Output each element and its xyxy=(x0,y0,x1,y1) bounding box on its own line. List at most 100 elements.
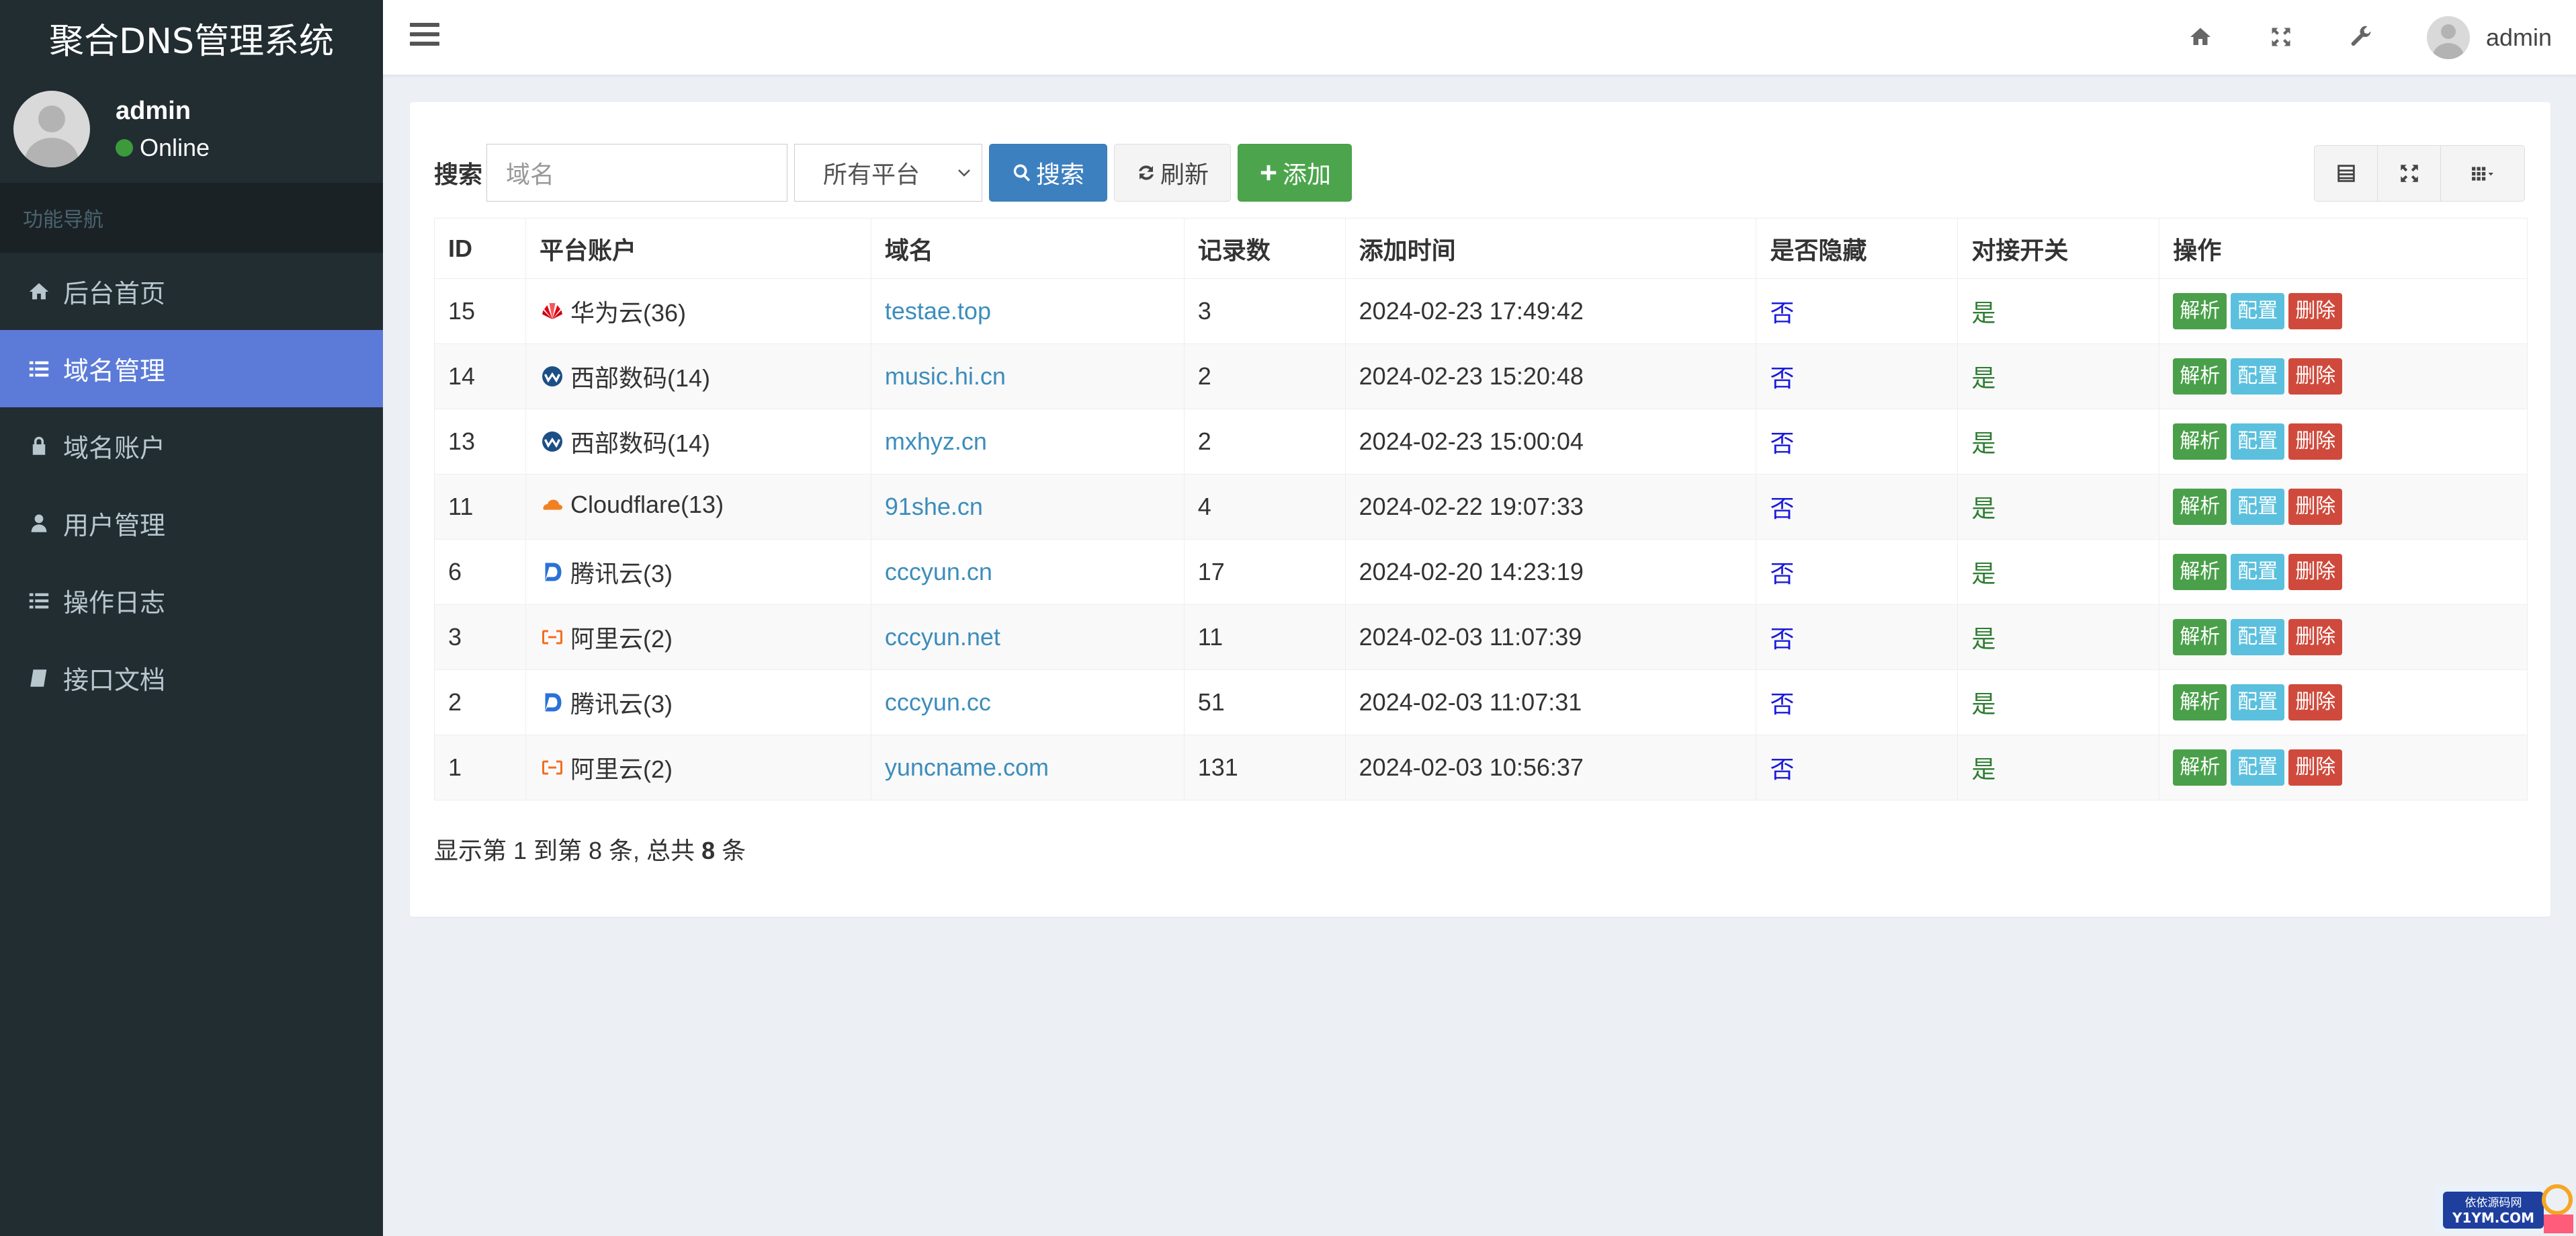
config-button[interactable]: 配置 xyxy=(2231,423,2285,460)
home-icon xyxy=(27,280,51,304)
column-header-platform[interactable]: 平台账户 xyxy=(525,218,871,279)
sidebar-item-home[interactable]: 后台首页 xyxy=(0,253,383,330)
column-header-domain[interactable]: 域名 xyxy=(870,218,1185,279)
domain-link[interactable]: cccyun.cn xyxy=(885,558,992,585)
config-button[interactable]: 配置 xyxy=(2231,293,2285,329)
delete-button[interactable]: 删除 xyxy=(2288,423,2343,460)
cell-added-time: 2024-02-03 10:56:37 xyxy=(1344,735,1757,800)
user-menu[interactable]: admin xyxy=(2426,15,2552,60)
parse-button[interactable]: 解析 xyxy=(2173,619,2227,655)
delete-button[interactable]: 删除 xyxy=(2288,358,2343,395)
svg-text:依依源码网: 依依源码网 xyxy=(2465,1196,2522,1210)
hidden-toggle[interactable]: 否 xyxy=(1770,429,1794,457)
platform-account-label: 阿里云(2) xyxy=(570,755,673,783)
parse-button[interactable]: 解析 xyxy=(2173,749,2227,786)
column-header-records[interactable]: 记录数 xyxy=(1183,218,1346,279)
list-view-icon xyxy=(2337,165,2355,182)
config-button[interactable]: 配置 xyxy=(2231,684,2285,720)
hidden-toggle[interactable]: 否 xyxy=(1770,625,1794,653)
hidden-toggle[interactable]: 否 xyxy=(1770,690,1794,718)
switch-toggle[interactable]: 是 xyxy=(1971,495,1995,522)
menu-toggle-icon[interactable] xyxy=(410,23,439,52)
sidebar-item-users[interactable]: 用户管理 xyxy=(0,485,383,562)
user-icon xyxy=(27,511,51,536)
parse-button[interactable]: 解析 xyxy=(2173,554,2227,590)
domain-link[interactable]: 91she.cn xyxy=(885,493,983,520)
cell-id: 1 xyxy=(434,735,526,800)
wrench-icon[interactable] xyxy=(2345,20,2378,54)
switch-toggle[interactable]: 是 xyxy=(1971,625,1995,653)
refresh-button-label: 刷新 xyxy=(1160,161,1209,188)
hidden-toggle[interactable]: 否 xyxy=(1770,364,1794,392)
column-header-id[interactable]: ID xyxy=(434,218,526,279)
domain-link[interactable]: cccyun.net xyxy=(885,623,1000,651)
delete-button[interactable]: 删除 xyxy=(2288,554,2343,590)
delete-button[interactable]: 删除 xyxy=(2288,619,2343,655)
domain-link[interactable]: music.hi.cn xyxy=(885,362,1006,390)
home-icon[interactable] xyxy=(2184,20,2217,54)
config-button[interactable]: 配置 xyxy=(2231,554,2285,590)
column-header-added[interactable]: 添加时间 xyxy=(1344,218,1757,279)
hidden-toggle[interactable]: 否 xyxy=(1770,299,1794,327)
cell-domain: cccyun.cc xyxy=(870,669,1185,735)
config-button[interactable]: 配置 xyxy=(2231,489,2285,525)
cell-platform: 华为云(36) xyxy=(525,278,871,344)
switch-toggle[interactable]: 是 xyxy=(1971,299,1995,327)
parse-button[interactable]: 解析 xyxy=(2173,423,2227,460)
delete-button[interactable]: 删除 xyxy=(2288,684,2343,720)
sidebar-item-logs[interactable]: 操作日志 xyxy=(0,562,383,639)
parse-button[interactable]: 解析 xyxy=(2173,358,2227,395)
delete-button[interactable]: 删除 xyxy=(2288,489,2343,525)
domain-table: ID 平台账户 域名 记录数 添加时间 是否隐藏 对接开关 操作 15 华为云(… xyxy=(434,218,2528,800)
switch-toggle[interactable]: 是 xyxy=(1971,429,1995,457)
sidebar-item-domain-accounts[interactable]: 域名账户 xyxy=(0,407,383,485)
domain-link[interactable]: yuncname.com xyxy=(885,753,1049,781)
parse-button[interactable]: 解析 xyxy=(2173,293,2227,329)
sidebar-item-api-docs[interactable]: 接口文档 xyxy=(0,639,383,716)
cell-added-time: 2024-02-03 11:07:31 xyxy=(1344,669,1757,735)
sidebar-item-label: 用户管理 xyxy=(63,511,166,540)
config-button[interactable]: 配置 xyxy=(2231,619,2285,655)
add-button[interactable]: 添加 xyxy=(1238,144,1353,202)
domain-link[interactable]: mxhyz.cn xyxy=(885,427,987,455)
cell-domain: yuncname.com xyxy=(870,735,1185,800)
platform-select[interactable]: 所有平台 xyxy=(794,144,983,202)
toggle-view-button[interactable] xyxy=(2315,146,2378,201)
table-row: 13 西部数码(14) mxhyz.cn 2 2024-02-23 15:00:… xyxy=(434,409,2528,475)
switch-toggle[interactable]: 是 xyxy=(1971,690,1995,718)
search-button[interactable]: 搜索 xyxy=(989,144,1108,202)
aliyun-icon xyxy=(540,755,565,780)
sidebar-item-domains[interactable]: 域名管理 xyxy=(0,330,383,407)
table-row: 11 Cloudflare(13) 91she.cn 4 2024-02-22 … xyxy=(434,474,2528,540)
platform-account-label: 阿里云(2) xyxy=(570,624,673,653)
sidebar-item-label: 域名账户 xyxy=(63,434,166,463)
refresh-button[interactable]: 刷新 xyxy=(1114,144,1232,202)
config-button[interactable]: 配置 xyxy=(2231,358,2285,395)
search-input[interactable]: 域名 xyxy=(486,144,788,202)
sidebar-item-label: 域名管理 xyxy=(63,356,166,386)
hidden-toggle[interactable]: 否 xyxy=(1770,755,1794,783)
config-button[interactable]: 配置 xyxy=(2231,749,2285,786)
switch-toggle[interactable]: 是 xyxy=(1971,364,1995,392)
app-title[interactable]: 聚合DNS管理系统 xyxy=(0,0,383,75)
parse-button[interactable]: 解析 xyxy=(2173,489,2227,525)
column-header-hidden[interactable]: 是否隐藏 xyxy=(1756,218,1959,279)
hidden-toggle[interactable]: 否 xyxy=(1770,495,1794,522)
domain-link[interactable]: testae.top xyxy=(885,297,991,325)
fullscreen-button[interactable] xyxy=(2378,146,2441,201)
cloudflare-icon xyxy=(540,492,565,518)
cell-added-time: 2024-02-03 11:07:39 xyxy=(1344,604,1757,670)
table-header-row: ID 平台账户 域名 记录数 添加时间 是否隐藏 对接开关 操作 xyxy=(434,218,2528,279)
domain-link[interactable]: cccyun.cc xyxy=(885,688,991,716)
switch-toggle[interactable]: 是 xyxy=(1971,560,1995,587)
delete-button[interactable]: 删除 xyxy=(2288,293,2343,329)
fullscreen-icon[interactable] xyxy=(2264,20,2298,54)
switch-toggle[interactable]: 是 xyxy=(1971,755,1995,783)
delete-button[interactable]: 删除 xyxy=(2288,749,2343,786)
parse-button[interactable]: 解析 xyxy=(2173,684,2227,720)
hidden-toggle[interactable]: 否 xyxy=(1770,560,1794,587)
columns-dropdown-button[interactable] xyxy=(2441,146,2524,201)
chevron-down-icon xyxy=(958,169,970,177)
dnspod-icon xyxy=(540,690,565,715)
column-header-switch[interactable]: 对接开关 xyxy=(1957,218,2160,279)
